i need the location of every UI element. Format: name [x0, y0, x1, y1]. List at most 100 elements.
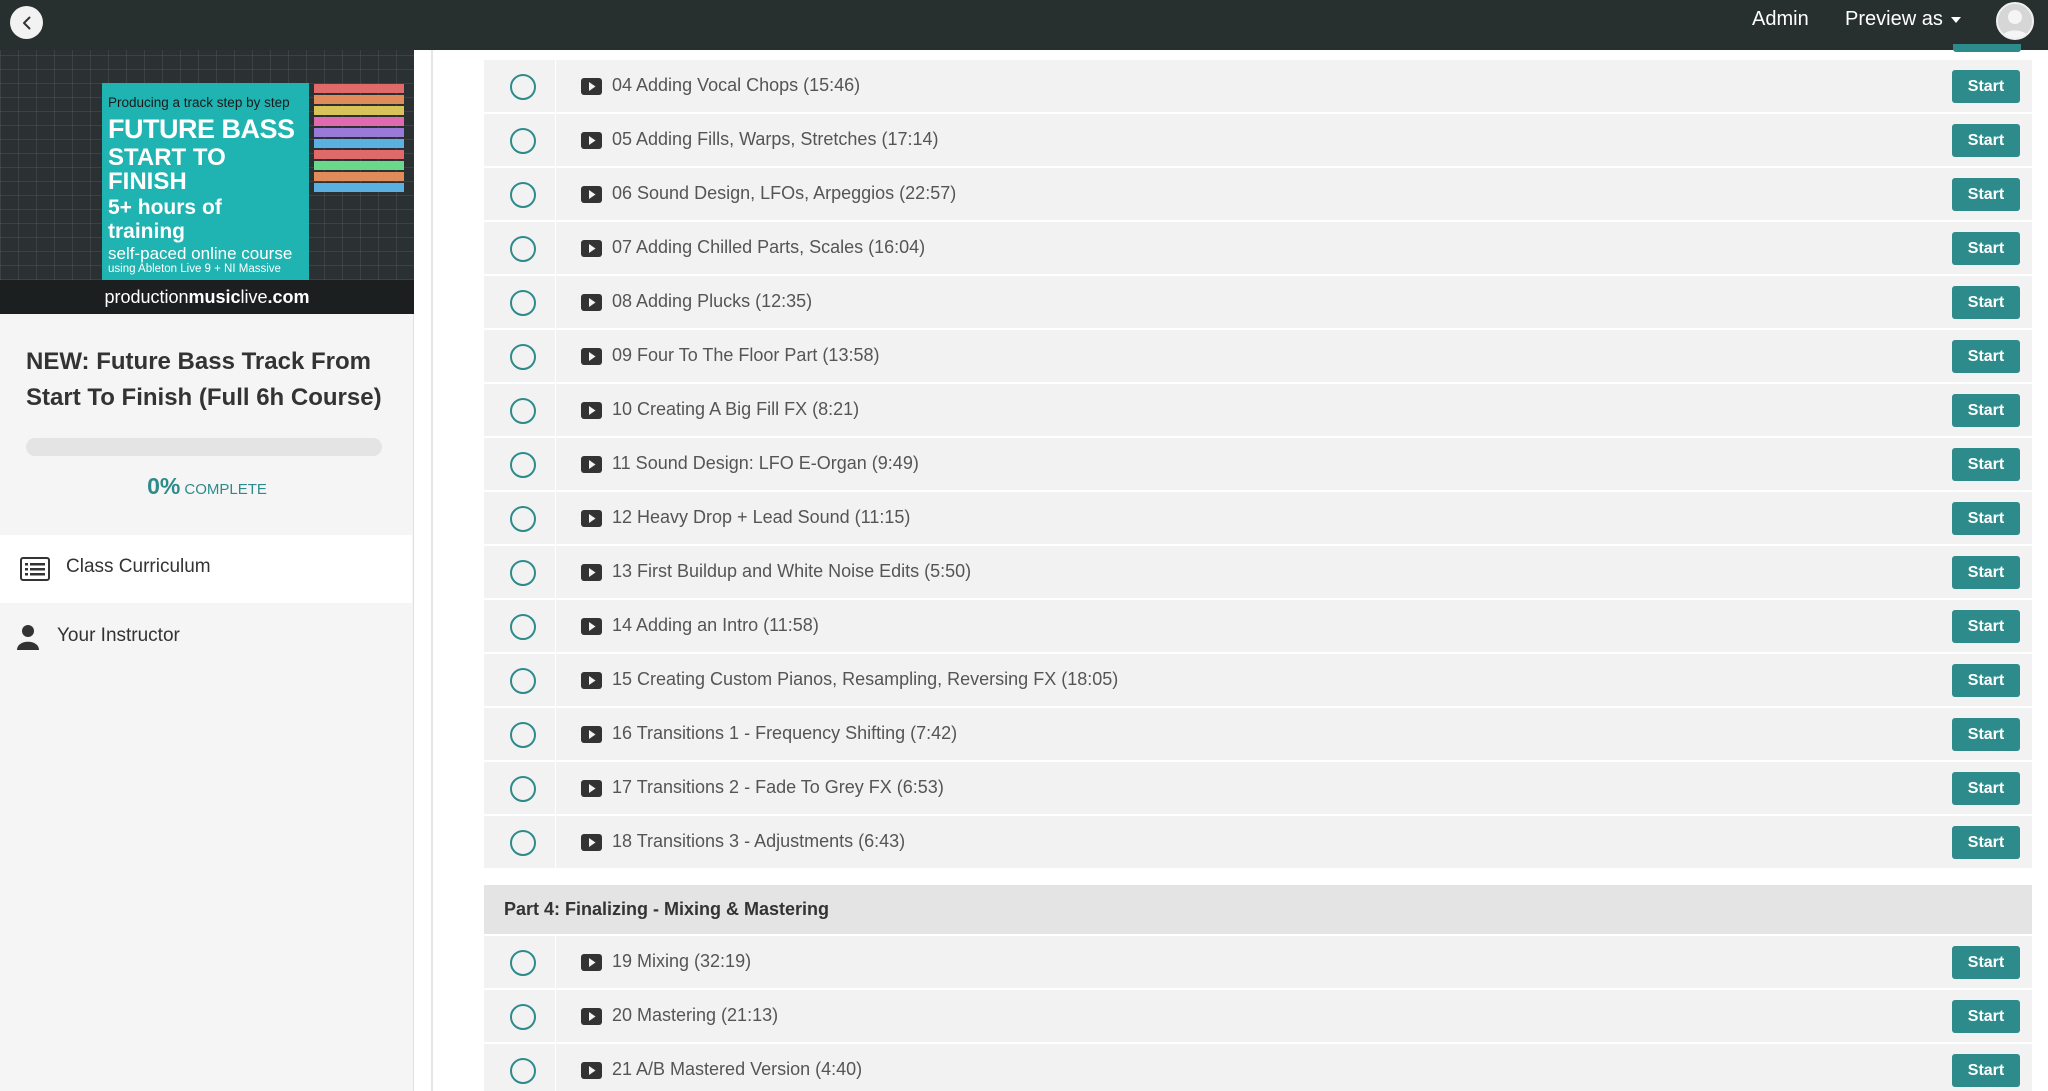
start-button[interactable]: Start [1952, 232, 2020, 265]
lecture-row[interactable]: 19 Mixing (32:19) Start [484, 936, 2032, 989]
course-title: NEW: Future Bass Track From Start To Fin… [26, 348, 382, 411]
admin-link[interactable]: Admin [1752, 8, 1809, 31]
completion-circle[interactable] [510, 776, 536, 802]
lecture-row[interactable]: 08 Adding Plucks (12:35) Start [484, 276, 2032, 329]
video-play-icon [581, 294, 602, 311]
start-button[interactable]: Start [1952, 664, 2020, 697]
start-button[interactable]: Start [1952, 340, 2020, 373]
back-button[interactable] [10, 6, 43, 39]
start-button[interactable]: Start [1952, 946, 2020, 979]
completion-circle[interactable] [510, 398, 536, 424]
start-button[interactable]: Start [1952, 124, 2020, 157]
lecture-title[interactable]: 08 Adding Plucks (12:35) [612, 291, 812, 312]
completion-cell [484, 438, 556, 491]
lecture-row[interactable]: 05 Adding Fills, Warps, Stretches (17:14… [484, 114, 2032, 167]
lecture-row[interactable]: 18 Transitions 3 - Adjustments (6:43) Sta… [484, 816, 2032, 869]
promo-panel: Producing a track step by step FUTURE BA… [102, 83, 309, 299]
start-button-partial[interactable] [1953, 44, 2021, 52]
lecture-title[interactable]: 19 Mixing (32:19) [612, 951, 751, 972]
start-button[interactable]: Start [1952, 394, 2020, 427]
completion-circle[interactable] [510, 560, 536, 586]
start-button[interactable]: Start [1952, 556, 2020, 589]
avatar[interactable] [1996, 2, 2034, 40]
lecture-row[interactable]: 09 Four To The Floor Part (13:58) Start [484, 330, 2032, 383]
lecture-title[interactable]: 12 Heavy Drop + Lead Sound (11:15) [612, 507, 910, 528]
lecture-row[interactable]: 16 Transitions 1 - Frequency Shifting (7… [484, 708, 2032, 761]
lecture-title[interactable]: 18 Transitions 3 - Adjustments (6:43) [612, 831, 905, 852]
start-button[interactable]: Start [1952, 502, 2020, 535]
lecture-row[interactable]: 21 A/B Mastered Version (4:40) Start [484, 1044, 2032, 1091]
completion-cell [484, 1044, 556, 1091]
completion-cell [484, 936, 556, 989]
thumbnail-track-list [314, 84, 404, 194]
completion-circle[interactable] [510, 290, 536, 316]
completion-circle[interactable] [510, 506, 536, 532]
completion-circle[interactable] [510, 950, 536, 976]
lecture-title[interactable]: 07 Adding Chilled Parts, Scales (16:04) [612, 237, 925, 258]
completion-circle[interactable] [510, 1058, 536, 1084]
lecture-title[interactable]: 04 Adding Vocal Chops (15:46) [612, 75, 860, 96]
video-play-icon [581, 132, 602, 149]
completion-circle[interactable] [510, 344, 536, 370]
lecture-row[interactable]: 04 Adding Vocal Chops (15:46) Start [484, 60, 2032, 113]
lecture-title[interactable]: 20 Mastering (21:13) [612, 1005, 778, 1026]
completion-cell [484, 546, 556, 599]
lecture-title[interactable]: 05 Adding Fills, Warps, Stretches (17:14… [612, 129, 938, 150]
completion-circle[interactable] [510, 182, 536, 208]
start-button[interactable]: Start [1952, 826, 2020, 859]
completion-circle[interactable] [510, 1004, 536, 1030]
completion-circle[interactable] [510, 236, 536, 262]
completion-circle[interactable] [510, 722, 536, 748]
completion-circle[interactable] [510, 74, 536, 100]
progress-text: 0% COMPLETE [0, 473, 414, 500]
completion-circle[interactable] [510, 128, 536, 154]
video-play-icon [581, 726, 602, 743]
lecture-row[interactable]: 20 Mastering (21:13) Start [484, 990, 2032, 1043]
lecture-row[interactable]: 12 Heavy Drop + Lead Sound (11:15) Start [484, 492, 2032, 545]
lecture-row[interactable]: 13 First Buildup and White Noise Edits (… [484, 546, 2032, 599]
preview-as-label: Preview as [1845, 8, 1943, 30]
footer-part-3: live [240, 287, 268, 307]
footer-part-1: production [104, 287, 189, 307]
nav-class-curriculum[interactable]: Class Curriculum [0, 535, 412, 603]
progress-bar [26, 438, 382, 456]
completion-circle[interactable] [510, 452, 536, 478]
start-button[interactable]: Start [1952, 70, 2020, 103]
start-button[interactable]: Start [1952, 610, 2020, 643]
completion-circle[interactable] [510, 668, 536, 694]
lecture-title[interactable]: 16 Transitions 1 - Frequency Shifting (7… [612, 723, 957, 744]
lecture-row[interactable]: 07 Adding Chilled Parts, Scales (16:04) S… [484, 222, 2032, 275]
lecture-row[interactable]: 06 Sound Design, LFOs, Arpeggios (22:57)… [484, 168, 2032, 221]
lecture-row[interactable]: 10 Creating A Big Fill FX (8:21) Start [484, 384, 2032, 437]
caret-down-icon [1950, 16, 1961, 23]
promo-title: FUTURE BASS [108, 114, 295, 144]
top-bar: Admin Preview as [0, 0, 2048, 50]
lecture-title[interactable]: 11 Sound Design: LFO E-Organ (9:49) [612, 453, 919, 474]
lecture-row[interactable]: 17 Transitions 2 - Fade To Grey FX (6:53… [484, 762, 2032, 815]
start-button[interactable]: Start [1952, 718, 2020, 751]
video-play-icon [581, 672, 602, 689]
start-button[interactable]: Start [1952, 286, 2020, 319]
lecture-title[interactable]: 06 Sound Design, LFOs, Arpeggios (22:57) [612, 183, 956, 204]
lecture-title[interactable]: 14 Adding an Intro (11:58) [612, 615, 819, 636]
lecture-row[interactable]: 14 Adding an Intro (11:58) Start [484, 600, 2032, 653]
lecture-title[interactable]: 17 Transitions 2 - Fade To Grey FX (6:53… [612, 777, 944, 798]
completion-circle[interactable] [510, 614, 536, 640]
lecture-row[interactable]: 11 Sound Design: LFO E-Organ (9:49) Start [484, 438, 2032, 491]
lecture-title[interactable]: 10 Creating A Big Fill FX (8:21) [612, 399, 859, 420]
lecture-title[interactable]: 13 First Buildup and White Noise Edits (… [612, 561, 971, 582]
start-button[interactable]: Start [1952, 178, 2020, 211]
lecture-title[interactable]: 15 Creating Custom Pianos, Resampling, R… [612, 669, 1118, 690]
start-button[interactable]: Start [1952, 448, 2020, 481]
start-button[interactable]: Start [1952, 1000, 2020, 1033]
nav-your-instructor[interactable]: Your Instructor [0, 604, 412, 672]
lecture-title[interactable]: 21 A/B Mastered Version (4:40) [612, 1059, 862, 1080]
lecture-title[interactable]: 09 Four To The Floor Part (13:58) [612, 345, 879, 366]
start-button[interactable]: Start [1952, 772, 2020, 805]
lecture-row[interactable]: 15 Creating Custom Pianos, Resampling, R… [484, 654, 2032, 707]
preview-as-dropdown[interactable]: Preview as [1845, 8, 1961, 31]
video-play-icon [581, 564, 602, 581]
completion-cell [484, 384, 556, 437]
completion-circle[interactable] [510, 830, 536, 856]
start-button[interactable]: Start [1952, 1054, 2020, 1087]
